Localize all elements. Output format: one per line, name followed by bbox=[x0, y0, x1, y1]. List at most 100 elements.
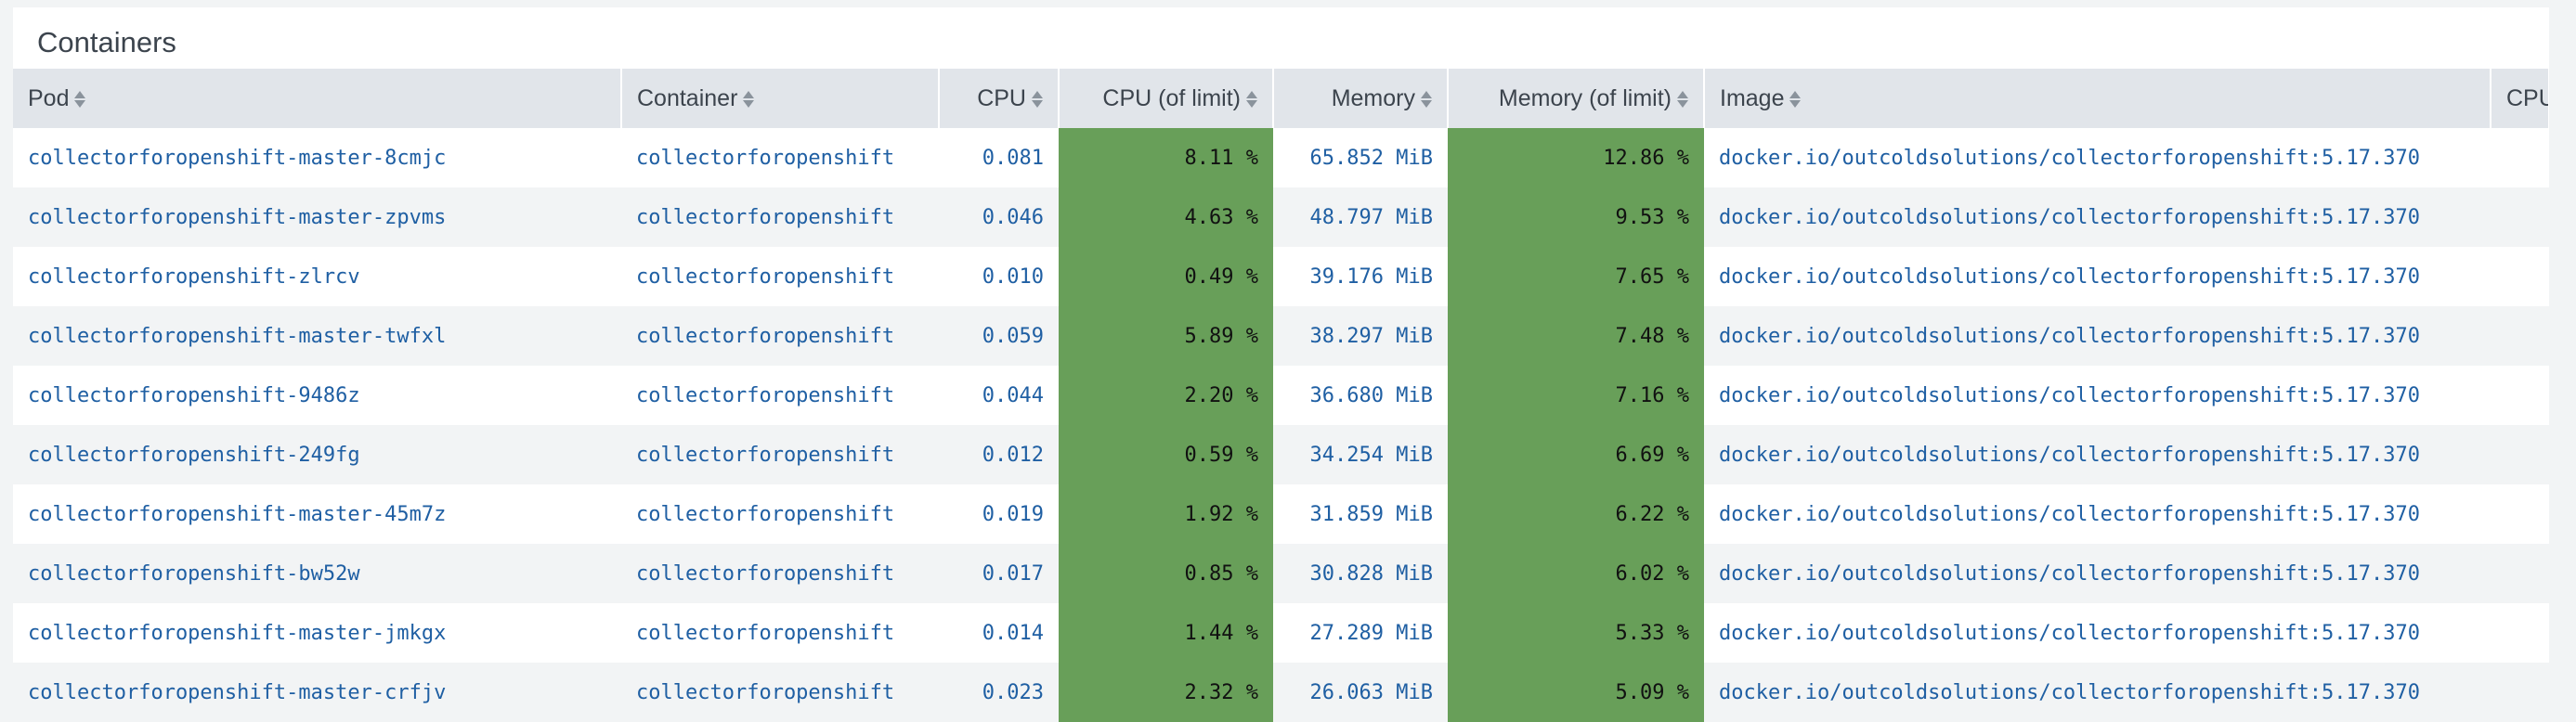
cell-memory[interactable]: 34.254 MiB bbox=[1273, 425, 1448, 484]
cell-cpu[interactable]: 0.044 bbox=[939, 366, 1059, 425]
sort-icon[interactable] bbox=[1246, 89, 1257, 110]
cell-image[interactable]: docker.io/outcoldsolutions/collectorforo… bbox=[1704, 247, 2491, 306]
sort-icon[interactable] bbox=[1421, 89, 1432, 110]
column-header-memory-limit[interactable]: Memory (of limit) bbox=[1448, 69, 1705, 128]
cell-memory[interactable]: 26.063 MiB bbox=[1273, 663, 1448, 722]
cell-pod[interactable]: collectorforopenshift-master-crfjv bbox=[13, 663, 621, 722]
cell-pod[interactable]: collectorforopenshift-zlrcv bbox=[13, 247, 621, 306]
cell-memory[interactable]: 38.297 MiB bbox=[1273, 306, 1448, 366]
cell-container[interactable]: collectorforopenshift bbox=[621, 484, 939, 544]
column-header-label: CPU bbox=[2506, 84, 2547, 111]
table-header: Pod Container CPU CPU (of limit) Memory Memor… bbox=[13, 69, 2549, 128]
column-header-cpu[interactable]: CPU bbox=[939, 69, 1060, 128]
cell-container[interactable]: collectorforopenshift bbox=[621, 128, 939, 187]
cell-cpu-extra bbox=[2491, 366, 2549, 425]
cell-memory[interactable]: 30.828 MiB bbox=[1273, 544, 1448, 603]
cell-pod[interactable]: collectorforopenshift-bw52w bbox=[13, 544, 621, 603]
cell-pod[interactable]: collectorforopenshift-master-zpvms bbox=[13, 187, 621, 247]
sort-icon[interactable] bbox=[1789, 89, 1802, 110]
cell-memory-limit: 9.53 % bbox=[1448, 187, 1704, 247]
cell-cpu[interactable]: 0.046 bbox=[939, 187, 1059, 247]
column-header-container[interactable]: Container bbox=[621, 69, 940, 128]
table-row: collectorforopenshift-249fg collectorforo… bbox=[13, 425, 2549, 484]
column-header-memory[interactable]: Memory bbox=[1273, 69, 1449, 128]
cell-cpu-limit: 0.59 % bbox=[1059, 425, 1273, 484]
cell-cpu[interactable]: 0.059 bbox=[939, 306, 1059, 366]
column-header-label: Container bbox=[637, 84, 738, 111]
cell-pod[interactable]: collectorforopenshift-master-twfxl bbox=[13, 306, 621, 366]
cell-memory-limit: 5.33 % bbox=[1448, 603, 1704, 663]
column-header-cpu-limit[interactable]: CPU (of limit) bbox=[1059, 69, 1274, 128]
column-header-label: CPU (of limit) bbox=[1102, 84, 1241, 111]
cell-container[interactable]: collectorforopenshift bbox=[621, 247, 939, 306]
cell-memory[interactable]: 31.859 MiB bbox=[1273, 484, 1448, 544]
cell-container[interactable]: collectorforopenshift bbox=[621, 663, 939, 722]
table-row: collectorforopenshift-master-jmkgx collec… bbox=[13, 603, 2549, 663]
cell-cpu-limit: 2.32 % bbox=[1059, 663, 1273, 722]
cell-memory[interactable]: 48.797 MiB bbox=[1273, 187, 1448, 247]
cell-pod[interactable]: collectorforopenshift-9486z bbox=[13, 366, 621, 425]
cell-memory-limit: 7.65 % bbox=[1448, 247, 1704, 306]
table-row: collectorforopenshift-zlrcv collectorforo… bbox=[13, 247, 2549, 306]
cell-image[interactable]: docker.io/outcoldsolutions/collectorforo… bbox=[1704, 484, 2491, 544]
cell-image[interactable]: docker.io/outcoldsolutions/collectorforo… bbox=[1704, 425, 2491, 484]
cell-memory-limit: 12.86 % bbox=[1448, 128, 1704, 187]
cell-image[interactable]: docker.io/outcoldsolutions/collectorforo… bbox=[1704, 544, 2491, 603]
cell-cpu-extra bbox=[2491, 187, 2549, 247]
cell-cpu[interactable]: 0.081 bbox=[939, 128, 1059, 187]
cell-container[interactable]: collectorforopenshift bbox=[621, 544, 939, 603]
cell-pod[interactable]: collectorforopenshift-master-45m7z bbox=[13, 484, 621, 544]
cell-container[interactable]: collectorforopenshift bbox=[621, 187, 939, 247]
sort-icon[interactable] bbox=[1677, 89, 1688, 110]
cell-memory[interactable]: 65.852 MiB bbox=[1273, 128, 1448, 187]
cell-pod[interactable]: collectorforopenshift-249fg bbox=[13, 425, 621, 484]
column-header-label: Image bbox=[1720, 84, 1785, 111]
cell-cpu-limit: 8.11 % bbox=[1059, 128, 1273, 187]
cell-image[interactable]: docker.io/outcoldsolutions/collectorforo… bbox=[1704, 366, 2491, 425]
cell-cpu-extra bbox=[2491, 306, 2549, 366]
cell-cpu-limit: 1.44 % bbox=[1059, 603, 1273, 663]
table-row: collectorforopenshift-master-45m7z collec… bbox=[13, 484, 2549, 544]
cell-cpu-extra bbox=[2491, 663, 2549, 722]
cell-cpu[interactable]: 0.012 bbox=[939, 425, 1059, 484]
cell-memory[interactable]: 36.680 MiB bbox=[1273, 366, 1448, 425]
sort-icon[interactable] bbox=[74, 89, 86, 110]
cell-pod[interactable]: collectorforopenshift-master-jmkgx bbox=[13, 603, 621, 663]
cell-memory-limit: 6.02 % bbox=[1448, 544, 1704, 603]
column-header-cpu-extra[interactable]: CPU bbox=[2491, 69, 2549, 128]
column-header-pod[interactable]: Pod bbox=[13, 69, 622, 128]
cell-cpu-extra bbox=[2491, 484, 2549, 544]
cell-image[interactable]: docker.io/outcoldsolutions/collectorforo… bbox=[1704, 603, 2491, 663]
cell-memory[interactable]: 39.176 MiB bbox=[1273, 247, 1448, 306]
sort-icon[interactable] bbox=[743, 89, 755, 110]
cell-container[interactable]: collectorforopenshift bbox=[621, 306, 939, 366]
cell-memory-limit: 6.69 % bbox=[1448, 425, 1704, 484]
cell-cpu-extra bbox=[2491, 544, 2549, 603]
cell-cpu[interactable]: 0.019 bbox=[939, 484, 1059, 544]
cell-image[interactable]: docker.io/outcoldsolutions/collectorforo… bbox=[1704, 128, 2491, 187]
panel-title: Containers bbox=[37, 26, 176, 58]
cell-pod[interactable]: collectorforopenshift-master-8cmjc bbox=[13, 128, 621, 187]
cell-image[interactable]: docker.io/outcoldsolutions/collectorforo… bbox=[1704, 306, 2491, 366]
cell-cpu[interactable]: 0.017 bbox=[939, 544, 1059, 603]
cell-container[interactable]: collectorforopenshift bbox=[621, 603, 939, 663]
cell-memory-limit: 7.16 % bbox=[1448, 366, 1704, 425]
cell-memory-limit: 5.09 % bbox=[1448, 663, 1704, 722]
cell-container[interactable]: collectorforopenshift bbox=[621, 366, 939, 425]
column-header-image[interactable]: Image bbox=[1704, 69, 2491, 128]
cell-container[interactable]: collectorforopenshift bbox=[621, 425, 939, 484]
cell-cpu-extra bbox=[2491, 425, 2549, 484]
cell-cpu[interactable]: 0.014 bbox=[939, 603, 1059, 663]
cell-cpu-limit: 1.92 % bbox=[1059, 484, 1273, 544]
cell-image[interactable]: docker.io/outcoldsolutions/collectorforo… bbox=[1704, 663, 2491, 722]
cell-cpu-limit: 0.85 % bbox=[1059, 544, 1273, 603]
column-header-label: CPU bbox=[977, 84, 1026, 111]
cell-cpu-extra bbox=[2491, 247, 2549, 306]
cell-cpu[interactable]: 0.010 bbox=[939, 247, 1059, 306]
cell-image[interactable]: docker.io/outcoldsolutions/collectorforo… bbox=[1704, 187, 2491, 247]
cell-cpu-limit: 5.89 % bbox=[1059, 306, 1273, 366]
cell-cpu-extra bbox=[2491, 128, 2549, 187]
cell-memory[interactable]: 27.289 MiB bbox=[1273, 603, 1448, 663]
cell-cpu[interactable]: 0.023 bbox=[939, 663, 1059, 722]
sort-icon[interactable] bbox=[1032, 89, 1043, 110]
